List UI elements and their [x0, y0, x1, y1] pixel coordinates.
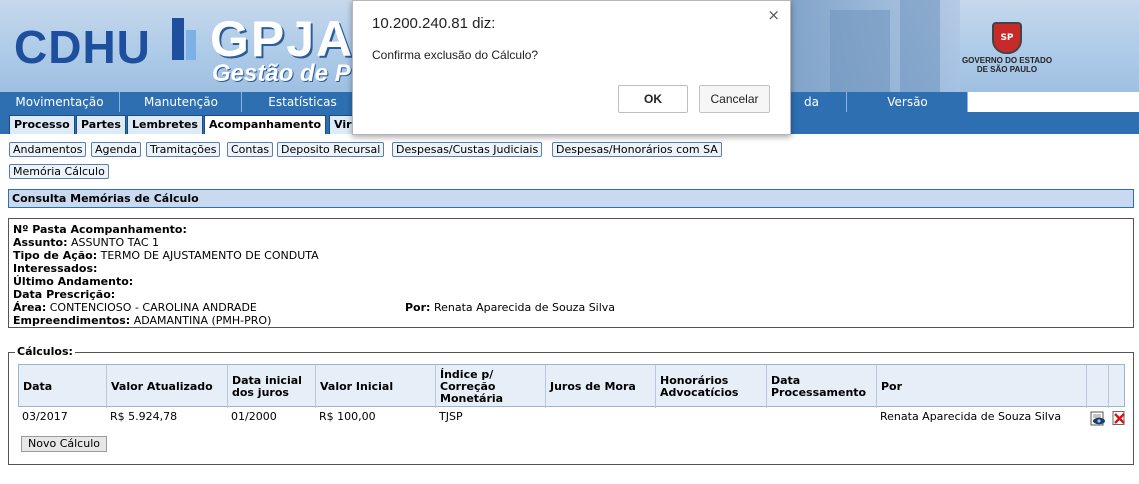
calculos-table: Data Valor Atualizado Data inicial dos j… — [18, 364, 1126, 426]
close-icon[interactable]: × — [767, 6, 780, 24]
cell-data-inicial: 01/2000 — [231, 410, 277, 423]
subtab-despesas-honorarios[interactable]: Despesas/Honorários com SA — [552, 142, 722, 157]
cancel-button[interactable]: Cancelar — [699, 85, 770, 113]
gpja-subtitle: Gestão de P — [212, 60, 351, 87]
gov-line2: DE SÃO PAULO — [976, 65, 1038, 74]
col-honorarios: Honorários Advocatícios — [656, 365, 767, 408]
dialog-title: 10.200.240.81 diz: — [372, 15, 496, 32]
col-data: Data — [19, 365, 107, 408]
cell-juros — [545, 409, 549, 425]
info-tipo: Tipo de Ação: TERMO DE AJUSTAMENTO DE CO… — [13, 249, 319, 262]
delete-icon[interactable] — [1112, 411, 1126, 425]
info-empreend-value: ADAMANTINA (PMH-PRO) — [133, 314, 272, 327]
menu-estatisticas[interactable]: Estatísticas — [243, 92, 363, 112]
ok-button[interactable]: OK — [618, 85, 688, 113]
cell-processamento — [766, 409, 770, 425]
info-empreendimentos: Empreendimentos: ADAMANTINA (PMH-PRO) — [13, 314, 271, 327]
info-assunto: Assunto: ASSUNTO TAC 1 — [13, 236, 159, 249]
page: CDHU GPJA Gestão de P SP GOVERNO DO ESTA… — [0, 0, 1139, 484]
cdhu-logo: CDHU — [14, 21, 151, 73]
info-por-label: Por: — [405, 301, 431, 314]
menu-versao[interactable]: Versão — [848, 92, 968, 112]
col-indice: Índice p/ Correção Monetária — [436, 365, 546, 408]
info-assunto-value: ASSUNTO TAC 1 — [70, 236, 160, 249]
info-prescricao: Data Prescrição: — [13, 288, 115, 301]
menu-manutencao[interactable]: Manutenção — [121, 92, 242, 112]
gov-line1: GOVERNO DO ESTADO — [961, 56, 1053, 65]
info-por-value: Renata Aparecida de Souza Silva — [433, 301, 616, 314]
cdhu-logo-mark — [186, 30, 196, 60]
info-tipo-label: Tipo de Ação: — [13, 249, 98, 262]
novo-calculo-button[interactable]: Novo Cálculo — [21, 436, 107, 452]
col-por: Por — [877, 365, 1087, 408]
calculos-fieldset: Cálculos: Data Valor Atualizado Data ini… — [8, 345, 1134, 465]
col-data-processamento: Data Processamento — [767, 365, 877, 408]
tab-processo[interactable]: Processo — [9, 115, 75, 134]
info-tipo-value: TERMO DE AJUSTAMENTO DE CONDUTA — [100, 249, 319, 262]
subtab-contas[interactable]: Contas — [227, 142, 274, 157]
info-ultimo-andamento: Último Andamento: — [13, 275, 133, 288]
subtab-memoria-calculo[interactable]: Memória Cálculo — [9, 164, 109, 179]
calculos-legend: Cálculos: — [15, 345, 75, 358]
info-assunto-label: Assunto: — [13, 236, 68, 249]
col-delete — [1109, 365, 1126, 408]
tab-lembretes[interactable]: Lembretes — [127, 115, 203, 134]
subtab-andamentos[interactable]: Andamentos — [9, 142, 87, 157]
info-por: Por: Renata Aparecida de Souza Silva — [405, 301, 615, 314]
col-view — [1087, 365, 1109, 408]
menu-movimentacao[interactable]: Movimentação — [0, 92, 120, 112]
info-area-value: CONTENCIOSO - CAROLINA ANDRADE — [49, 301, 257, 314]
info-pasta: Nº Pasta Acompanhamento: — [13, 223, 187, 236]
section-title: Consulta Memórias de Cálculo — [8, 189, 1134, 208]
cell-data: 03/2017 — [22, 410, 68, 423]
tab-acompanhamento[interactable]: Acompanhamento — [204, 115, 327, 134]
banner-building — [900, 0, 940, 92]
subtab-tramitacoes[interactable]: Tramitações — [146, 142, 221, 157]
table-header: Data Valor Atualizado Data inicial dos j… — [18, 364, 1126, 408]
confirm-dialog: 10.200.240.81 diz: × Confirma exclusão d… — [352, 0, 791, 135]
info-pasta-label: Nº Pasta Acompanhamento: — [13, 223, 187, 236]
info-prescricao-label: Data Prescrição: — [13, 288, 116, 301]
subtab-agenda[interactable]: Agenda — [91, 142, 141, 157]
info-area-label: Área: — [13, 301, 47, 314]
cell-indice: TJSP — [439, 410, 463, 423]
tab-partes[interactable]: Partes — [76, 115, 126, 134]
cdhu-logo-mark — [172, 18, 184, 60]
cell-por: Renata Aparecida de Souza Silva — [880, 410, 1062, 423]
process-info-box: Nº Pasta Acompanhamento: Assunto: ASSUNT… — [8, 218, 1134, 328]
cell-honorarios — [655, 409, 659, 425]
info-area: Área: CONTENCIOSO - CAROLINA ANDRADE — [13, 301, 257, 314]
menu-spacer — [968, 92, 1139, 112]
info-interessados: Interessados: — [13, 262, 97, 275]
dialog-message: Confirma exclusão do Cálculo? — [372, 48, 539, 62]
info-ultimo-label: Último Andamento: — [13, 275, 134, 288]
col-data-inicial: Data inicial dos juros — [228, 365, 316, 408]
subtab-despesas-custas[interactable]: Despesas/Custas Judiciais — [392, 142, 543, 157]
info-empreend-label: Empreendimentos: — [13, 314, 131, 327]
col-valor-atualizado: Valor Atualizado — [107, 365, 228, 408]
col-juros-mora: Juros de Mora — [546, 365, 656, 408]
info-interessados-label: Interessados: — [13, 262, 98, 275]
view-icon[interactable] — [1090, 411, 1106, 426]
col-valor-inicial: Valor Inicial — [316, 365, 436, 408]
subtab-deposito-recursal[interactable]: Deposito Recursal — [277, 142, 385, 157]
sp-seal-icon: SP — [992, 22, 1022, 54]
cell-valor-inicial: R$ 100,00 — [319, 410, 376, 423]
cell-valor-atualizado: R$ 5.924,78 — [110, 410, 178, 423]
gov-sp-logo: SP GOVERNO DO ESTADO DE SÃO PAULO — [952, 22, 1062, 74]
banner-building — [830, 10, 890, 92]
